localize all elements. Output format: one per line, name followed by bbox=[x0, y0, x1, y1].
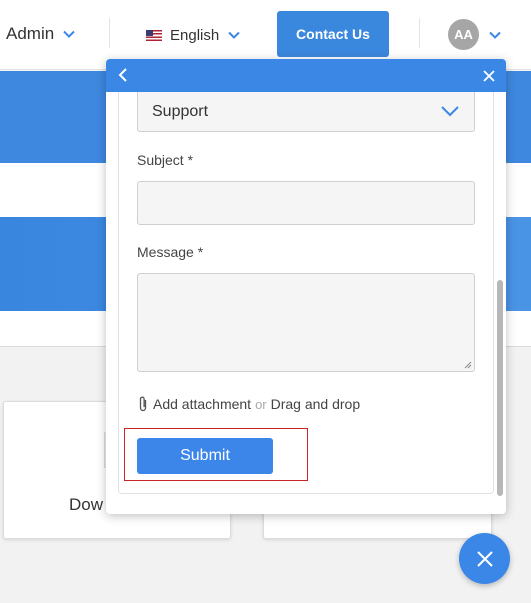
chevron-down-icon bbox=[228, 31, 240, 39]
nav-divider bbox=[419, 18, 420, 48]
submit-button[interactable]: Submit bbox=[137, 438, 273, 474]
nav-divider bbox=[109, 18, 110, 48]
or-separator: or bbox=[255, 396, 267, 412]
scrollbar-thumb[interactable] bbox=[497, 280, 503, 496]
contact-us-button[interactable]: Contact Us bbox=[277, 11, 389, 57]
widget-header bbox=[106, 59, 506, 92]
language-selector[interactable]: English bbox=[146, 22, 241, 48]
drag-and-drop-label: Drag and drop bbox=[270, 396, 361, 412]
paperclip-icon[interactable] bbox=[137, 395, 149, 413]
message-textarea[interactable] bbox=[137, 273, 475, 372]
resize-grip-icon[interactable] bbox=[464, 361, 472, 369]
subject-label: Subject * bbox=[137, 152, 194, 168]
category-select-value: Support bbox=[152, 102, 209, 120]
contact-form: Support Subject * Message * Add attachme… bbox=[118, 92, 494, 494]
widget-toggle-button[interactable] bbox=[459, 533, 510, 584]
chevron-down-icon bbox=[441, 106, 459, 117]
back-chevron-icon[interactable] bbox=[115, 66, 131, 84]
admin-menu[interactable]: Admin bbox=[6, 20, 76, 48]
avatar[interactable]: AA bbox=[448, 19, 479, 50]
language-label: English bbox=[170, 26, 220, 44]
add-attachment-link[interactable]: Add attachment bbox=[153, 396, 251, 412]
chevron-down-icon bbox=[63, 30, 75, 38]
close-icon[interactable] bbox=[480, 67, 498, 85]
support-widget: Support Subject * Message * Add attachme… bbox=[106, 59, 506, 514]
attachment-row: Add attachment or Drag and drop bbox=[137, 395, 360, 413]
card-label: Dow bbox=[69, 495, 104, 514]
chevron-down-icon[interactable] bbox=[488, 28, 502, 42]
message-label: Message * bbox=[137, 244, 204, 260]
subject-input[interactable] bbox=[137, 181, 475, 225]
category-select[interactable]: Support bbox=[137, 92, 475, 132]
fab-close-icon bbox=[476, 550, 493, 567]
us-flag-icon bbox=[146, 29, 162, 41]
admin-menu-label: Admin bbox=[6, 24, 55, 43]
